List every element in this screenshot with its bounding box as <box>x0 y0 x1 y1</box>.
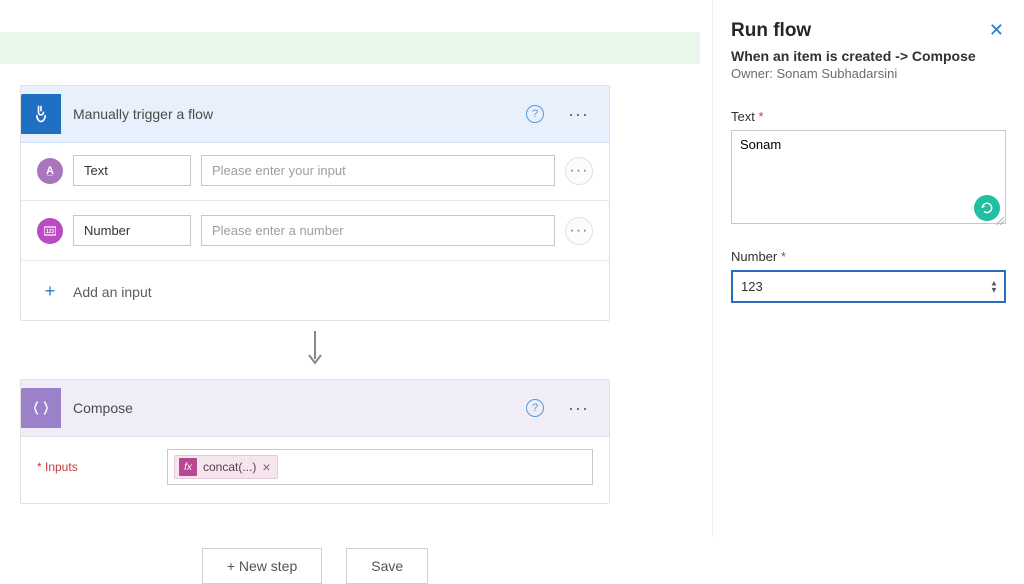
plus-icon: + <box>37 281 63 302</box>
trigger-card: Manually trigger a flow ? ··· A̲ Text Pl… <box>20 85 610 321</box>
divider <box>21 260 609 261</box>
close-icon[interactable]: ✕ <box>987 20 1006 41</box>
help-icon[interactable]: ? <box>526 399 544 417</box>
text-field-label: Text * <box>731 109 1006 124</box>
number-type-icon: 123 <box>37 218 63 244</box>
expression-token[interactable]: fx concat(...) × <box>174 455 278 479</box>
trigger-input-row: A̲ Text Please enter your input ··· <box>37 155 593 186</box>
add-input-button[interactable]: + Add an input <box>37 275 593 314</box>
inputs-field[interactable]: fx concat(...) × <box>167 449 593 485</box>
compose-menu-button[interactable]: ··· <box>560 400 597 416</box>
divider <box>21 200 609 201</box>
run-flow-panel: Run flow ✕ When an item is created -> Co… <box>712 0 1024 537</box>
text-field-wrap <box>731 130 1006 227</box>
text-type-icon: A̲ <box>37 158 63 184</box>
sync-indicator-icon <box>974 195 1000 221</box>
help-icon[interactable]: ? <box>526 105 544 123</box>
panel-subtitle: When an item is created -> Compose <box>731 48 1006 64</box>
input-label[interactable]: Text <box>73 155 191 186</box>
compose-body: * Inputs fx concat(...) × <box>21 437 609 503</box>
inputs-label: * Inputs <box>37 460 157 474</box>
input-label[interactable]: Number <box>73 215 191 246</box>
save-button[interactable]: Save <box>346 548 428 584</box>
compose-icon <box>21 388 61 428</box>
trigger-header[interactable]: Manually trigger a flow ? ··· <box>21 86 609 143</box>
compose-card: Compose ? ··· * Inputs fx concat(...) × <box>20 379 610 504</box>
trigger-menu-button[interactable]: ··· <box>560 106 597 122</box>
text-input-field[interactable]: Please enter your input <box>201 155 555 186</box>
number-stepper: ▲ ▼ <box>990 280 1000 293</box>
trigger-title: Manually trigger a flow <box>73 106 514 122</box>
number-field-label: Number * <box>731 249 1006 264</box>
input-menu-button[interactable]: ··· <box>565 157 593 185</box>
notification-banner <box>0 32 700 64</box>
number-input-field[interactable]: Please enter a number <box>201 215 555 246</box>
svg-text:123: 123 <box>46 229 55 235</box>
step-down-icon[interactable]: ▼ <box>990 287 1000 293</box>
text-textarea[interactable] <box>731 130 1006 224</box>
fx-icon: fx <box>179 458 197 476</box>
number-input[interactable] <box>731 270 1006 303</box>
trigger-input-row: 123 Number Please enter a number ··· <box>37 215 593 246</box>
owner-line: Owner: Sonam Subhadarsini <box>731 66 1006 81</box>
compose-title: Compose <box>73 400 514 416</box>
remove-token-icon[interactable]: × <box>262 461 270 473</box>
compose-header[interactable]: Compose ? ··· <box>21 380 609 437</box>
touch-icon <box>21 94 61 134</box>
required-mark: * <box>781 249 786 264</box>
number-field-wrap: ▲ ▼ <box>731 270 1006 303</box>
connector-arrow <box>20 321 610 379</box>
flow-canvas: Manually trigger a flow ? ··· A̲ Text Pl… <box>20 85 610 584</box>
input-menu-button[interactable]: ··· <box>565 217 593 245</box>
panel-title: Run flow <box>731 20 811 42</box>
token-text: concat(...) <box>203 460 256 474</box>
new-step-button[interactable]: + New step <box>202 548 322 584</box>
add-input-label: Add an input <box>73 284 152 300</box>
trigger-body: A̲ Text Please enter your input ··· 123 … <box>21 143 609 320</box>
action-buttons: + New step Save <box>20 548 610 584</box>
required-mark: * <box>758 109 763 124</box>
